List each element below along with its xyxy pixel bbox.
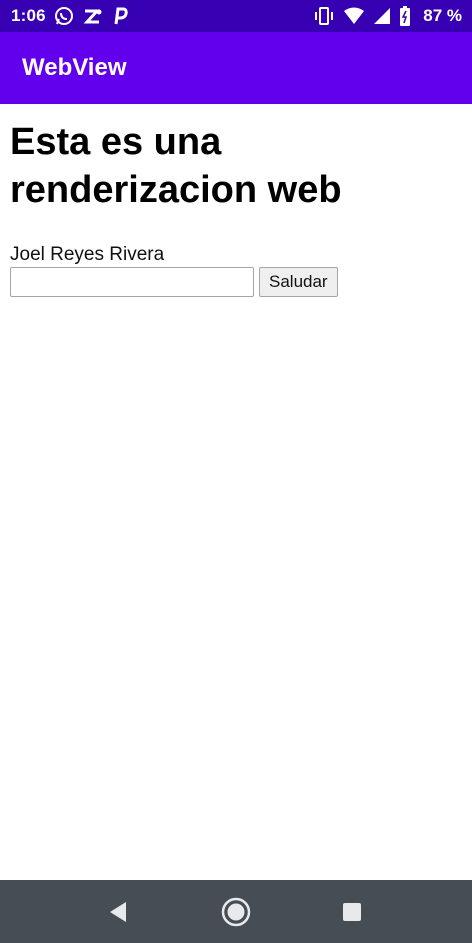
signal-icon [373,7,391,25]
greet-button[interactable]: Saludar [259,267,338,297]
app-title: WebView [22,54,127,81]
recents-button[interactable] [322,880,382,943]
webview-content: Esta es una renderizacion web Joel Reyes… [0,104,472,880]
whatsapp-icon [54,6,74,26]
battery-percentage: 87 % [423,6,462,25]
status-time: 1:06 [11,6,46,25]
home-button[interactable] [206,880,266,943]
web-heading: Esta es una renderizacion web [10,121,342,211]
home-icon [221,897,251,927]
zoom-app-icon [82,6,104,26]
battery-icon [399,6,411,26]
app-bar: WebView [0,32,472,104]
name-input[interactable] [10,267,254,297]
paypal-icon [112,6,128,26]
back-icon [108,901,128,923]
navigation-bar [0,880,472,943]
status-right: 87 % [313,6,462,26]
status-left: 1:06 [11,6,128,26]
status-bar: 1:06 87 % [0,0,472,32]
recents-icon [342,902,362,922]
back-button[interactable] [88,880,148,943]
vibrate-icon [313,6,335,26]
wifi-icon [343,7,365,25]
name-label: Joel Reyes Rivera [10,244,165,265]
greet-form: Saludar [10,267,462,297]
